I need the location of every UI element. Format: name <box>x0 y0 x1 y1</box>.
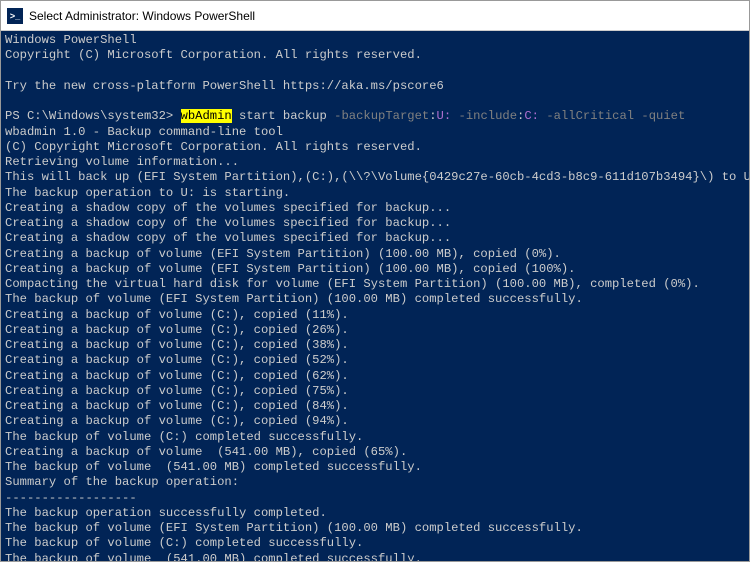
output-line: Summary of the backup operation: <box>5 475 745 490</box>
output-line: Creating a backup of volume (C:), copied… <box>5 353 745 368</box>
command-line: PS C:\Windows\system32> wbAdmin start ba… <box>5 109 745 124</box>
param: -allCritical <box>546 109 634 123</box>
output-line: The backup of volume (EFI System Partiti… <box>5 521 745 536</box>
command-name: wbAdmin <box>181 109 232 123</box>
output-line: (C) Copyright Microsoft Corporation. All… <box>5 140 745 155</box>
output-line: Creating a backup of volume (C:), copied… <box>5 399 745 414</box>
blank-line <box>5 64 745 79</box>
output-line: Creating a backup of volume (C:), copied… <box>5 369 745 384</box>
output-line: The backup operation successfully comple… <box>5 506 745 521</box>
window-title: Select Administrator: Windows PowerShell <box>29 9 255 23</box>
header-line: Try the new cross-platform PowerShell ht… <box>5 79 745 94</box>
output-line: Retrieving volume information... <box>5 155 745 170</box>
output-line: Creating a backup of volume (EFI System … <box>5 247 745 262</box>
output-line: Compacting the virtual hard disk for vol… <box>5 277 745 292</box>
output-line: Creating a shadow copy of the volumes sp… <box>5 231 745 246</box>
output-line: The backup operation to U: is starting. <box>5 186 745 201</box>
output-line: The backup of volume (541.00 MB) complet… <box>5 460 745 475</box>
colon: : <box>429 109 436 123</box>
output-line: Creating a shadow copy of the volumes sp… <box>5 216 745 231</box>
command-args: start backup <box>232 109 334 123</box>
output-line: The backup of volume (541.00 MB) complet… <box>5 552 745 562</box>
output-line: This will back up (EFI System Partition)… <box>5 170 745 185</box>
header-line: Windows PowerShell <box>5 33 745 48</box>
header-line: Copyright (C) Microsoft Corporation. All… <box>5 48 745 63</box>
powershell-icon: >_ <box>7 8 23 24</box>
output-line: wbadmin 1.0 - Backup command-line tool <box>5 125 745 140</box>
param: -include <box>459 109 518 123</box>
output-line: Creating a backup of volume (C:), copied… <box>5 338 745 353</box>
output-line: Creating a backup of volume (C:), copied… <box>5 384 745 399</box>
param-value: U: <box>437 109 452 123</box>
output-line: Creating a backup of volume (541.00 MB),… <box>5 445 745 460</box>
prompt-text: PS C:\Windows\system32> <box>5 109 181 123</box>
output-line: The backup of volume (EFI System Partiti… <box>5 292 745 307</box>
param-value: C: <box>524 109 539 123</box>
output-line: The backup of volume (C:) completed succ… <box>5 430 745 445</box>
param: -quiet <box>641 109 685 123</box>
titlebar[interactable]: >_ Select Administrator: Windows PowerSh… <box>1 1 749 31</box>
output-line: The backup of volume (C:) completed succ… <box>5 536 745 551</box>
terminal-area[interactable]: Windows PowerShellCopyright (C) Microsof… <box>1 31 749 561</box>
output-line: Creating a backup of volume (EFI System … <box>5 262 745 277</box>
param: -backupTarget <box>334 109 429 123</box>
output-line: Creating a backup of volume (C:), copied… <box>5 308 745 323</box>
output-line: Creating a backup of volume (C:), copied… <box>5 414 745 429</box>
blank-line <box>5 94 745 109</box>
output-line: ------------------ <box>5 491 745 506</box>
output-line: Creating a backup of volume (C:), copied… <box>5 323 745 338</box>
powershell-window: >_ Select Administrator: Windows PowerSh… <box>0 0 750 562</box>
output-line: Creating a shadow copy of the volumes sp… <box>5 201 745 216</box>
